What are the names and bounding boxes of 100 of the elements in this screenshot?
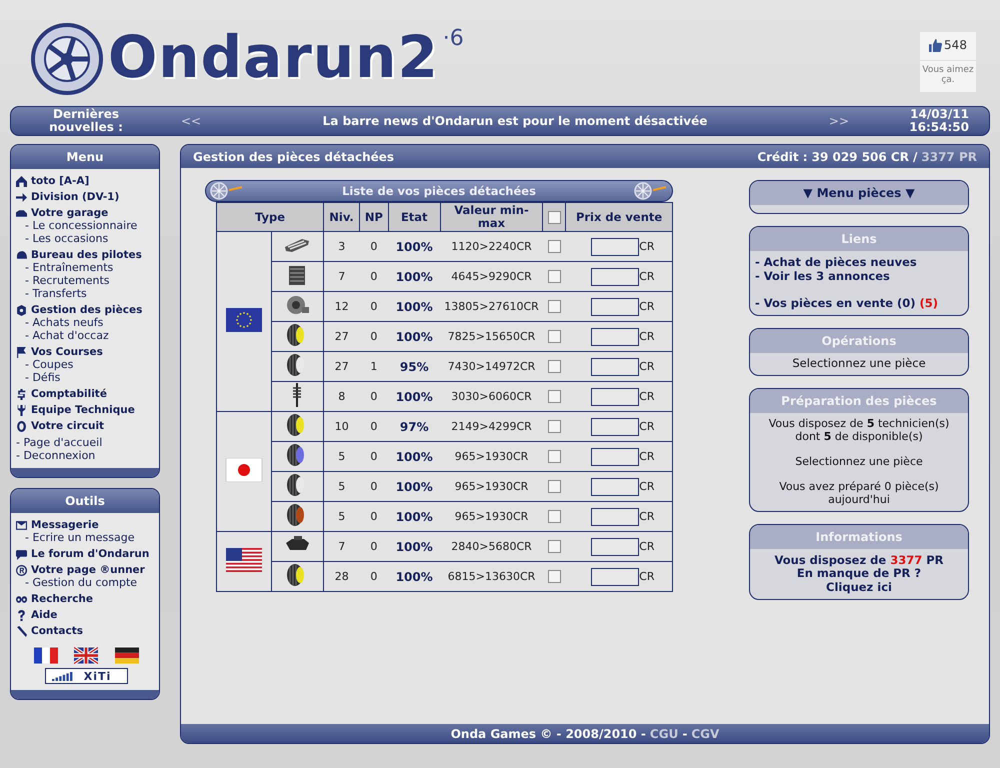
checkbox[interactable] bbox=[548, 390, 561, 404]
menu-link[interactable]: Votre garage bbox=[16, 207, 157, 219]
panel-title: Menu bbox=[11, 145, 159, 169]
menu-link[interactable]: Votre circuit bbox=[16, 420, 157, 432]
table-cell-text: 100% bbox=[394, 510, 434, 524]
price-field[interactable] bbox=[591, 358, 640, 376]
table-cell-text: 0 bbox=[369, 240, 378, 253]
submenu-link[interactable]: - Les occasions bbox=[16, 232, 157, 245]
submenu-link[interactable]: - Entraînements bbox=[16, 261, 157, 274]
menu-link[interactable]: Aide bbox=[16, 609, 157, 621]
menu-link[interactable]: Gestion des pièces bbox=[16, 304, 157, 316]
checkbox[interactable] bbox=[548, 300, 561, 314]
counter-badge[interactable]: XiTi bbox=[44, 668, 128, 684]
menu-link-label: Votre circuit bbox=[31, 420, 104, 432]
price-field[interactable] bbox=[591, 388, 640, 406]
menu-link[interactable]: Le forum d'Ondarun bbox=[16, 548, 157, 560]
menu-link[interactable]: Recherche bbox=[16, 593, 157, 605]
checkbox[interactable] bbox=[548, 480, 561, 494]
table-cell-text: 100% bbox=[394, 270, 434, 284]
column-header: Niv. bbox=[324, 202, 360, 232]
link[interactable]: - Achat de pièces neuves bbox=[755, 255, 917, 269]
checkbox[interactable] bbox=[548, 270, 561, 284]
table-cell-text: 1 bbox=[369, 360, 378, 373]
credit-label: Crédit : bbox=[757, 150, 808, 164]
menu-link-label: Aide bbox=[31, 609, 58, 621]
link[interactable]: - Vos pièces en vente (0) bbox=[755, 296, 916, 310]
submenu-link[interactable]: - Achat d'occaz bbox=[16, 329, 157, 342]
table-cell-text: 12 bbox=[334, 300, 350, 313]
submenu-link[interactable]: - Recrutements bbox=[16, 274, 157, 287]
table-cell-text: 0 bbox=[369, 270, 378, 283]
checkbox[interactable] bbox=[548, 510, 561, 524]
menu-link[interactable]: Bureau des pilotes bbox=[16, 249, 157, 261]
flag-icon bbox=[16, 346, 27, 358]
submenu-link[interactable]: - Ecrire un message bbox=[16, 531, 157, 544]
checkbox[interactable] bbox=[548, 450, 561, 464]
table-cell-text: 7 bbox=[337, 540, 346, 553]
checkbox[interactable] bbox=[548, 570, 561, 584]
menu-link[interactable]: toto [A-A] bbox=[16, 175, 157, 187]
menu-link[interactable]: Division (DV-1) bbox=[16, 191, 157, 203]
german-flag-icon[interactable] bbox=[114, 647, 139, 664]
currency-label: CR bbox=[639, 420, 654, 433]
price-field[interactable] bbox=[591, 508, 640, 526]
checkbox[interactable] bbox=[548, 420, 561, 434]
price-field[interactable] bbox=[591, 418, 640, 436]
menu-link[interactable]: Vos Courses bbox=[16, 346, 157, 358]
thumbs-up-icon[interactable] bbox=[929, 38, 942, 52]
submenu-link[interactable]: - Coupes bbox=[16, 358, 157, 371]
footer-link[interactable]: CGU bbox=[650, 726, 678, 740]
menu-link[interactable]: Contacts bbox=[16, 625, 157, 637]
table-cell-text: 7825>15650CR bbox=[446, 330, 536, 343]
separator: / bbox=[912, 150, 918, 164]
menu-link[interactable]: - Deconnexion bbox=[16, 449, 96, 462]
price-field[interactable] bbox=[591, 448, 640, 466]
price-field[interactable] bbox=[591, 478, 640, 496]
panel-title: Liens bbox=[750, 227, 968, 251]
table-cell-text: 965>1930CR bbox=[454, 510, 530, 523]
table-cell-text: 100% bbox=[394, 330, 434, 344]
link[interactable]: Cliquez ici bbox=[826, 580, 892, 594]
table-cell-text: 100% bbox=[394, 450, 434, 464]
table-cell-text: 13805>27610CR bbox=[443, 300, 540, 313]
checkbox[interactable] bbox=[548, 330, 561, 344]
menu-link[interactable]: - Page d'accueil bbox=[16, 436, 102, 449]
checkbox[interactable] bbox=[548, 240, 561, 254]
menu-link[interactable]: Comptabilité bbox=[16, 388, 157, 400]
menu-link-label: Messagerie bbox=[31, 519, 99, 531]
british-flag-icon[interactable] bbox=[74, 647, 98, 664]
price-field[interactable] bbox=[591, 328, 640, 346]
menu-link[interactable]: Votre page ®unner bbox=[16, 564, 157, 576]
panel-title: Outils bbox=[11, 489, 159, 513]
table-cell-text: 3 bbox=[337, 240, 346, 253]
price-field[interactable] bbox=[591, 238, 640, 256]
submenu-link[interactable]: - Défis bbox=[16, 371, 157, 384]
link[interactable]: - Voir les 3 annonces bbox=[755, 269, 890, 283]
french-flag-icon[interactable] bbox=[34, 647, 58, 664]
page-title: Gestion des pièces détachées bbox=[193, 150, 394, 164]
table-cell-text: 0 bbox=[369, 300, 378, 313]
menu-link[interactable]: Messagerie bbox=[16, 519, 157, 531]
submenu-link[interactable]: - Le concessionnaire bbox=[16, 219, 157, 232]
registered-icon bbox=[16, 564, 27, 576]
footer-link[interactable]: CGV bbox=[691, 726, 720, 740]
checkbox[interactable] bbox=[548, 210, 561, 224]
submenu-link[interactable]: - Gestion du compte bbox=[16, 576, 157, 589]
ring-icon bbox=[16, 420, 27, 432]
checkbox[interactable] bbox=[548, 360, 561, 374]
table-cell-text: 4645>9290CR bbox=[450, 270, 533, 283]
price-field[interactable] bbox=[591, 538, 640, 556]
price-field[interactable] bbox=[591, 568, 640, 586]
price-field[interactable] bbox=[591, 298, 640, 316]
panel-text: Vous avez préparé 0 pièce(s) aujourd'hui bbox=[778, 480, 940, 506]
menu-link[interactable]: Equipe Technique bbox=[16, 404, 157, 416]
dollar-icon bbox=[16, 388, 27, 400]
table-cell-text: 0 bbox=[369, 420, 378, 433]
parts-menu-button[interactable]: ▼ Menu pièces ▼ bbox=[750, 181, 968, 205]
price-field[interactable] bbox=[591, 268, 640, 286]
panel-text: En manque de PR ? bbox=[796, 567, 922, 580]
panel-title: Préparation des pièces bbox=[750, 389, 968, 413]
submenu-link[interactable]: - Achats neufs bbox=[16, 316, 157, 329]
submenu-link[interactable]: - Transferts bbox=[16, 287, 157, 300]
table-cell-text: 0 bbox=[369, 480, 378, 493]
checkbox[interactable] bbox=[548, 540, 561, 554]
